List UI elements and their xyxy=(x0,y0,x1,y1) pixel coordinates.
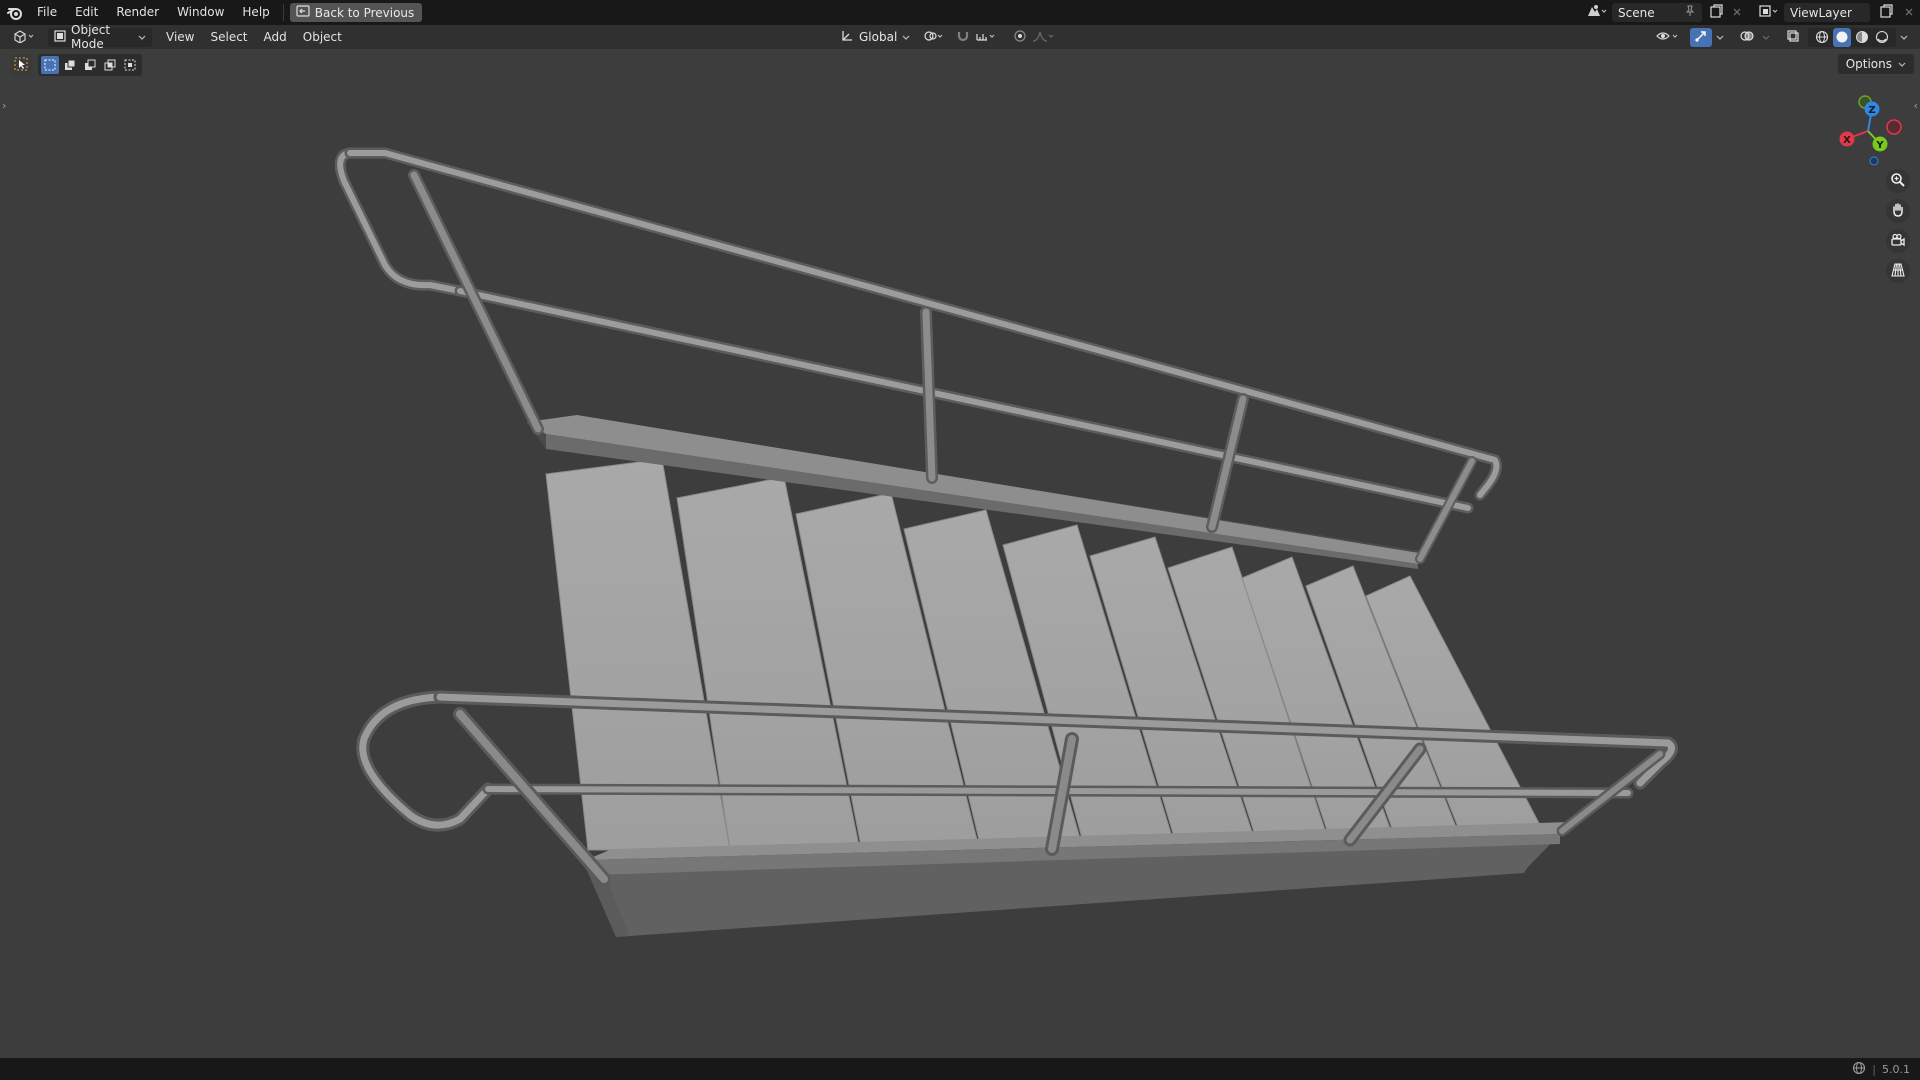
scene-viewlayer-group: Scene ViewLayer xyxy=(1582,0,1920,25)
object-mode-icon xyxy=(54,29,66,45)
menu-select[interactable]: Select xyxy=(202,30,255,44)
gizmo-icon xyxy=(1694,29,1708,46)
back-icon xyxy=(296,5,310,20)
status-bar: | 5.0.1 xyxy=(0,1058,1920,1080)
viewlayer-icon xyxy=(1758,4,1780,21)
gizmo-dropdown[interactable] xyxy=(1712,28,1728,47)
globe-icon xyxy=(1852,1061,1866,1078)
menu-edit[interactable]: Edit xyxy=(66,0,107,25)
viewlayer-name: ViewLayer xyxy=(1790,5,1852,20)
header-right xyxy=(1654,25,1912,49)
menu-render[interactable]: Render xyxy=(107,0,168,25)
status-separator: | xyxy=(1872,1062,1876,1076)
header-left: Object Mode View Select Add Object xyxy=(8,23,350,51)
pin-icon xyxy=(1684,5,1696,20)
duplicate-icon xyxy=(1709,4,1723,21)
3d-viewport[interactable]: Options › ‹ Z X Y xyxy=(0,49,1920,1058)
pivot-icon xyxy=(923,29,947,46)
object-mode-label: Object Mode xyxy=(71,23,111,51)
menu-object[interactable]: Object xyxy=(295,30,350,44)
version-number: 5.0.1 xyxy=(1882,1062,1910,1076)
chevron-down-icon xyxy=(138,30,146,44)
proportional-falloff-dropdown[interactable] xyxy=(1030,28,1058,47)
separator xyxy=(282,4,284,21)
overlays-icon xyxy=(1740,29,1754,46)
close-icon xyxy=(1904,6,1914,20)
overlays-dropdown[interactable] xyxy=(1758,28,1774,47)
shading-dropdown[interactable] xyxy=(1896,28,1912,47)
object-mode-dropdown[interactable]: Object Mode xyxy=(48,23,152,51)
transform-orientation-label: Global xyxy=(859,30,898,44)
show-overlays-toggle[interactable] xyxy=(1736,28,1758,47)
scene-name: Scene xyxy=(1618,5,1655,20)
staircase-model[interactable] xyxy=(0,49,1920,1058)
back-to-previous-button[interactable]: Back to Previous xyxy=(289,3,423,22)
scene-icon xyxy=(1586,4,1608,21)
rendered-shading-button[interactable] xyxy=(1873,28,1891,47)
chevron-down-icon xyxy=(1900,30,1908,44)
menu-add[interactable]: Add xyxy=(256,30,295,44)
delete-viewlayer-button[interactable] xyxy=(1898,3,1920,22)
menu-help[interactable]: Help xyxy=(233,0,278,25)
close-icon xyxy=(1732,6,1742,20)
pin-scene-button[interactable] xyxy=(1680,3,1700,22)
menu-view[interactable]: View xyxy=(158,30,202,44)
proportional-editing-toggle[interactable] xyxy=(1010,28,1030,47)
orientation-icon xyxy=(840,29,854,46)
transform-orientation-dropdown[interactable]: Global xyxy=(836,28,914,47)
snap-target-dropdown[interactable] xyxy=(972,28,1002,47)
chevron-down-icon xyxy=(1716,30,1724,44)
scene-browse-button[interactable] xyxy=(1582,3,1612,22)
shading-mode-group xyxy=(1808,27,1896,47)
solid-shading-button[interactable] xyxy=(1833,27,1851,47)
version-info: | 5.0.1 xyxy=(1852,1058,1910,1080)
falloff-curve-icon xyxy=(1032,29,1056,46)
snap-toggle[interactable] xyxy=(954,28,972,47)
chevron-down-icon xyxy=(902,30,910,44)
snap-increment-icon xyxy=(975,29,999,46)
magnet-icon xyxy=(956,29,970,46)
new-scene-button[interactable] xyxy=(1704,3,1728,22)
object-visibility-dropdown[interactable] xyxy=(1654,28,1684,47)
header-center: Global xyxy=(836,25,1058,49)
new-viewlayer-button[interactable] xyxy=(1874,3,1898,22)
xray-icon xyxy=(1786,29,1800,46)
top-bar: File Edit Render Window Help Back to Pre… xyxy=(0,0,1920,25)
menu-window[interactable]: Window xyxy=(168,0,233,25)
back-to-previous-label: Back to Previous xyxy=(314,5,415,20)
delete-scene-button[interactable] xyxy=(1728,3,1746,22)
chevron-down-icon xyxy=(1762,30,1770,44)
editor-type-button[interactable] xyxy=(8,28,42,47)
blender-logo-icon[interactable] xyxy=(2,0,28,25)
show-gizmo-toggle[interactable] xyxy=(1690,27,1712,47)
duplicate-icon xyxy=(1879,4,1893,21)
3d-viewport-icon xyxy=(12,29,38,46)
material-preview-button[interactable] xyxy=(1853,28,1871,47)
wireframe-shading-button[interactable] xyxy=(1813,28,1831,47)
viewlayer-name-field[interactable]: ViewLayer xyxy=(1784,3,1870,22)
eye-icon xyxy=(1656,29,1682,46)
menu-file[interactable]: File xyxy=(28,0,66,25)
pivot-point-dropdown[interactable] xyxy=(920,28,950,47)
viewport-header: Object Mode View Select Add Object Globa… xyxy=(0,23,1920,51)
toggle-xray-button[interactable] xyxy=(1782,28,1804,47)
viewlayer-browse-button[interactable] xyxy=(1754,3,1784,22)
proportional-editing-icon xyxy=(1013,29,1027,46)
